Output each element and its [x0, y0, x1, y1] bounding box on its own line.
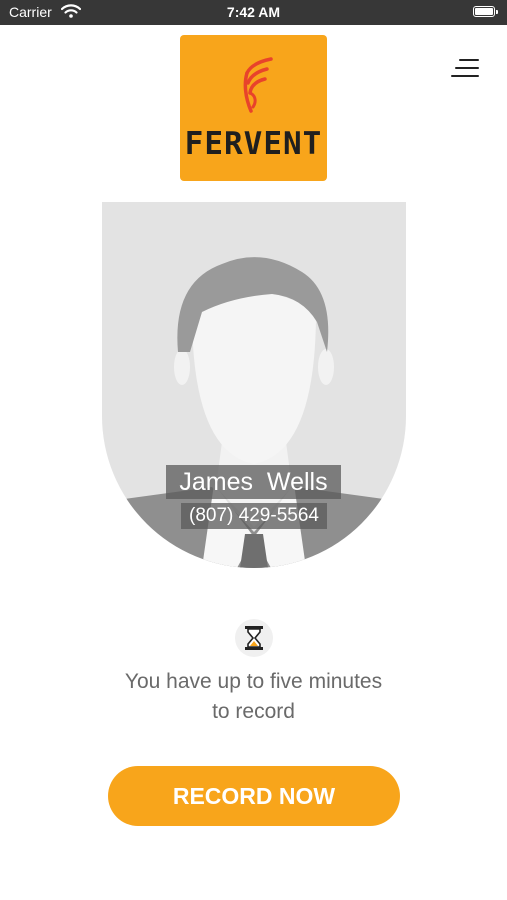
battery-icon — [473, 6, 498, 17]
fervent-logo: FERVENT — [180, 35, 327, 181]
status-bar: Carrier 7:42 AM — [0, 0, 507, 25]
record-info-line-2: to record — [212, 700, 295, 723]
hourglass-icon — [245, 626, 263, 650]
contact-name: James Wells — [166, 465, 341, 499]
status-time: 7:42 AM — [226, 4, 281, 20]
flame-logo-icon — [243, 57, 273, 113]
record-info-text: You have up to five minutes to record — [60, 667, 447, 727]
logo-wordmark: FERVENT — [184, 126, 323, 162]
contact-phone: (807) 429-5564 — [181, 503, 327, 529]
menu-icon[interactable] — [451, 56, 479, 82]
record-now-button[interactable]: RECORD NOW — [108, 766, 400, 826]
hourglass-badge — [235, 619, 273, 657]
record-info-line-1: You have up to five minutes — [124, 670, 383, 693]
